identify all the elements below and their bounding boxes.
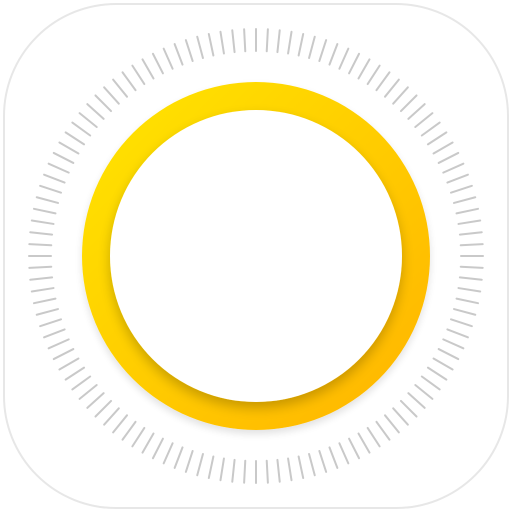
dial-tick: [28, 243, 53, 247]
app-icon: [0, 0, 512, 512]
dial-tick: [459, 243, 484, 247]
dial-tick: [243, 28, 247, 53]
dial-tick: [265, 459, 269, 484]
dial-ring-icon: [3, 3, 509, 509]
dial-tick: [28, 265, 53, 269]
dial-tick: [459, 265, 484, 269]
dial-tick: [265, 28, 269, 53]
inner-disc: [110, 110, 402, 402]
dial-tick: [243, 459, 247, 484]
